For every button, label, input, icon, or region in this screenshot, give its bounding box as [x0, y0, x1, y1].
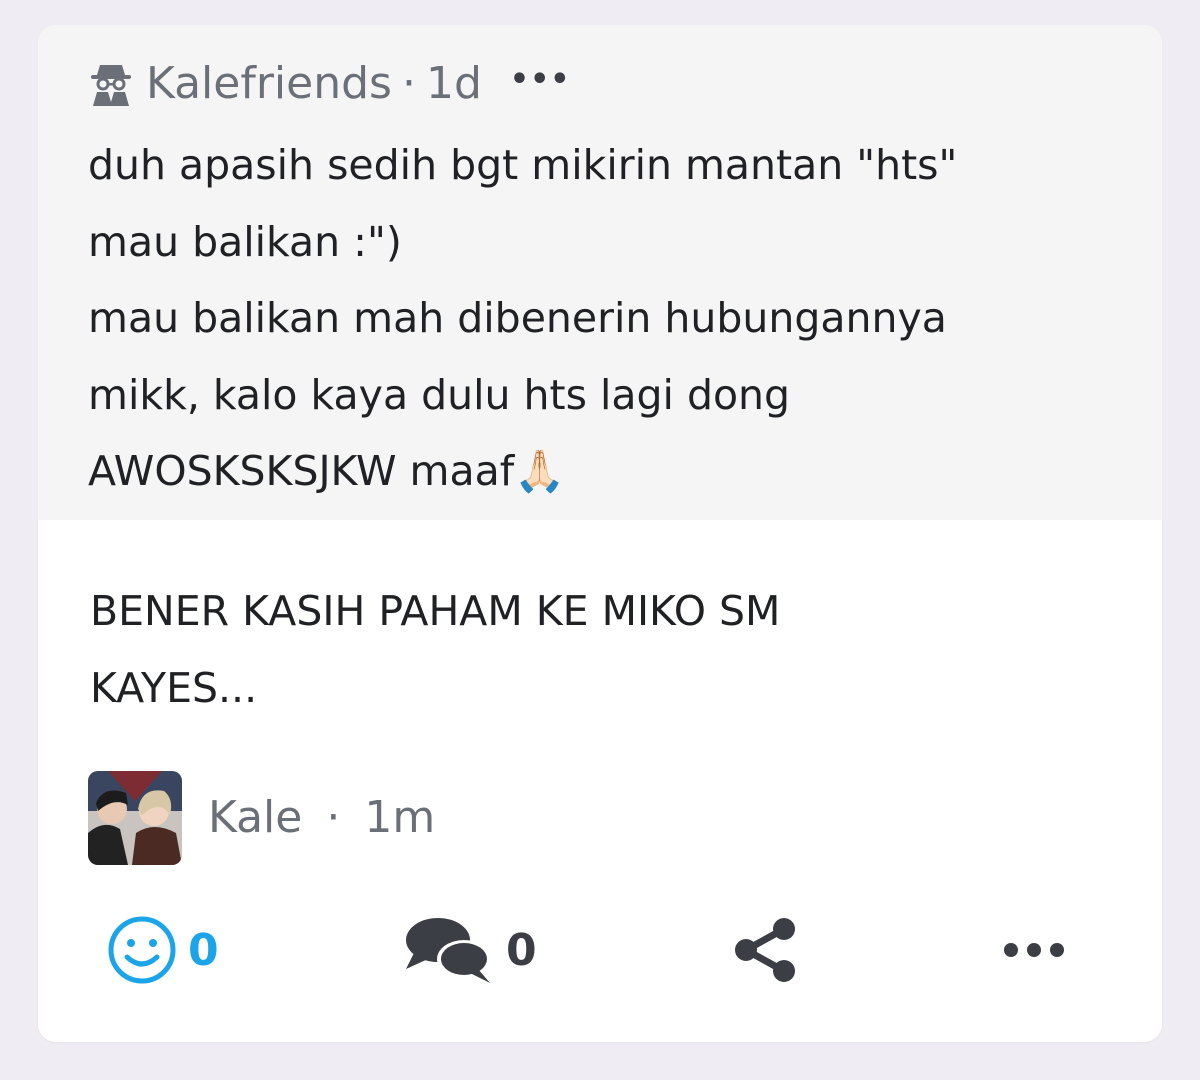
quoted-post-text: duh apasih sedih bgt mikirin mantan "hts… [88, 141, 958, 495]
reply-author-row: Kale · 1m [88, 770, 435, 865]
share-button[interactable] [732, 905, 800, 995]
quoted-post-time: 1d [425, 57, 482, 109]
anonymous-spy-icon [91, 65, 131, 106]
more-options-button[interactable] [1002, 905, 1066, 995]
post-card: Kalefriends · 1d ••• duh apasih sedih bg… [38, 25, 1162, 1042]
more-dots-icon [1004, 943, 1064, 957]
action-bar: 0 0 [38, 905, 1162, 995]
chat-bubbles-icon [406, 918, 491, 983]
share-icon [735, 918, 795, 982]
reactions-count: 0 [188, 924, 219, 976]
meta-separator: · [401, 57, 416, 109]
quoted-post[interactable]: Kalefriends · 1d ••• duh apasih sedih bg… [38, 25, 1162, 520]
quoted-post-header: Kalefriends · 1d ••• [88, 55, 570, 111]
comments-count: 0 [506, 924, 537, 976]
reply-text: BENER KASIH PAHAM KE MIKO SM KAYES... [90, 587, 781, 712]
profile-photo-avatar[interactable] [88, 770, 182, 865]
reply-time: 1m [364, 792, 436, 843]
react-button[interactable]: 0 [106, 905, 219, 995]
reply-meta: Kale · 1m [208, 792, 435, 843]
comment-button[interactable]: 0 [404, 905, 537, 995]
reply-author-name[interactable]: Kale [208, 792, 302, 843]
quoted-author-name[interactable]: Kalefriends [146, 58, 392, 109]
smiley-icon [108, 916, 176, 984]
meta-separator: · [326, 792, 341, 843]
quoted-more-button[interactable]: ••• [510, 62, 571, 97]
